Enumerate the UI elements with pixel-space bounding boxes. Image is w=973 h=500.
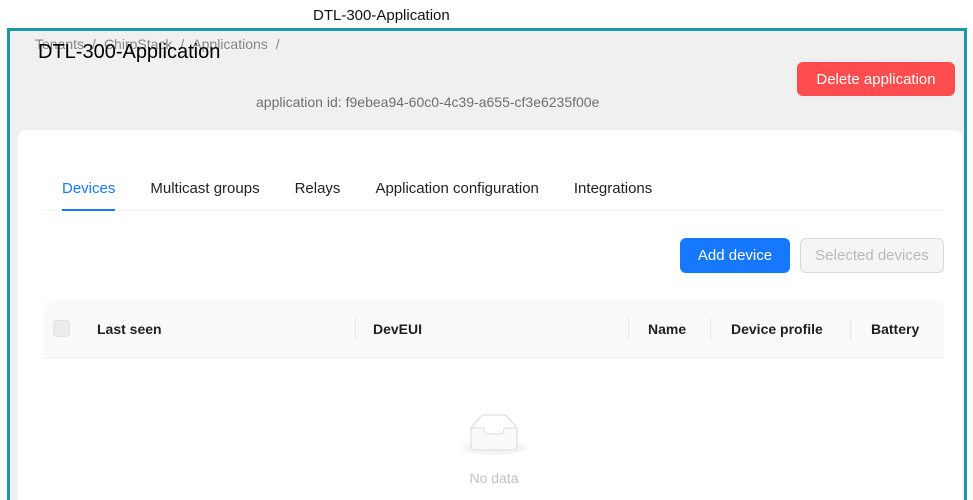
tab-multicast-groups[interactable]: Multicast groups xyxy=(150,166,259,210)
selected-devices-button[interactable]: Selected devices xyxy=(800,238,944,273)
application-id-value: f9ebea94-60c0-4c39-a655-cf3e6235f00e xyxy=(345,94,600,110)
column-header-name: Name xyxy=(628,300,710,357)
window-title: DTL-300-Application xyxy=(313,7,450,24)
column-header-deveui: DevEUI xyxy=(355,300,628,357)
page-title: DTL-300-Application xyxy=(38,41,221,63)
tab-application-configuration[interactable]: Application configuration xyxy=(375,166,538,210)
inbox-empty-icon xyxy=(462,414,526,455)
column-header-battery: Battery xyxy=(850,300,944,357)
application-id: application id: f9ebea94-60c0-4c39-a655-… xyxy=(256,93,599,111)
application-id-label: application id: xyxy=(256,94,342,110)
empty-state-text: No data xyxy=(469,470,519,486)
select-all-cell xyxy=(44,300,81,357)
table-empty-state: No data xyxy=(44,414,944,489)
breadcrumb-separator: / xyxy=(275,36,280,52)
delete-application-button[interactable]: Delete application xyxy=(797,62,955,96)
tab-integrations[interactable]: Integrations xyxy=(574,166,652,210)
devices-table-header: Last seen DevEUI Name Device profile Bat… xyxy=(44,300,944,358)
tab-relays[interactable]: Relays xyxy=(295,166,341,210)
column-header-last-seen: Last seen xyxy=(97,320,162,337)
select-all-checkbox[interactable] xyxy=(53,320,70,337)
tab-bar: Devices Multicast groups Relays Applicat… xyxy=(44,166,944,211)
tab-devices[interactable]: Devices xyxy=(62,166,116,211)
column-header-device-profile: Device profile xyxy=(710,300,850,357)
add-device-button[interactable]: Add device xyxy=(680,238,790,273)
